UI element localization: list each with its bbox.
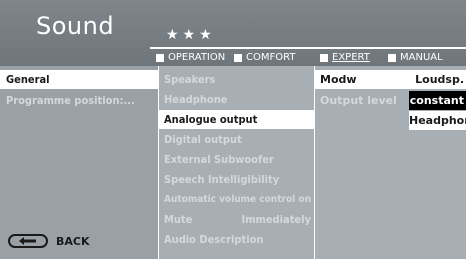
menu-item-label: Audio Description <box>164 233 264 246</box>
back-arrow-icon <box>8 234 48 248</box>
menu-item-label: Digital output <box>164 133 242 146</box>
middle-menu: Speakers Headphone Analogue output Digit… <box>159 66 314 259</box>
menu-item-general[interactable]: General <box>0 70 158 89</box>
option-constant[interactable]: constant <box>409 91 466 110</box>
menu-item-mute[interactable]: Mute Immediately <box>159 210 314 229</box>
menu-item-label: Programme position:... <box>6 94 135 107</box>
tab-expert[interactable]: EXPERT <box>320 52 370 63</box>
back-button[interactable]: BACK <box>8 233 90 249</box>
menu-item-value: on <box>298 194 311 205</box>
menu-item-audio-description[interactable]: Audio Description <box>159 230 314 249</box>
tab-comfort[interactable]: COMFORT <box>234 52 295 63</box>
menu-item-label: General <box>6 73 50 86</box>
menu-item-automatic-volume-control[interactable]: Automatic volume control on <box>159 190 314 209</box>
menu-item-label: Headphone <box>164 93 228 106</box>
tab-manual[interactable]: MANUAL <box>388 52 443 63</box>
menu-item-analogue-output[interactable]: Analogue output <box>159 110 314 129</box>
menu-item-speech-intelligibility[interactable]: Speech Intelligibility <box>159 170 314 189</box>
checkbox-icon <box>234 53 242 62</box>
output-level-label: Output level <box>320 94 397 107</box>
mode-setting-row[interactable]: Modw Loudsp. <box>315 70 466 89</box>
menu-item-label: Speakers <box>164 73 216 86</box>
back-label: BACK <box>56 234 90 248</box>
tab-label: MANUAL <box>400 52 443 63</box>
tab-label: COMFORT <box>246 52 296 63</box>
tab-operation[interactable]: OPERATION <box>156 52 225 63</box>
menu-item-speakers[interactable]: Speakers <box>159 70 314 89</box>
menu-item-programme-position[interactable]: Programme position:... <box>0 91 158 110</box>
menu-item-external-subwoofer[interactable]: External Subwoofer <box>159 150 314 169</box>
rating-stars: ★★★ <box>166 27 216 43</box>
menu-item-digital-output[interactable]: Digital output <box>159 130 314 149</box>
tab-label: EXPERT <box>332 52 370 63</box>
setting-key: Modw <box>320 73 357 86</box>
mode-tabs: OPERATION COMFORT EXPERT MANUAL <box>150 47 466 64</box>
setting-value: Loudsp. <box>415 73 464 86</box>
header-bar: Sound ★★★ OPERATION COMFORT EXPERT MANUA… <box>0 0 466 66</box>
menu-item-label: Automatic volume control <box>164 194 296 205</box>
menu-item-value: Immediately <box>241 213 311 226</box>
checkbox-icon <box>388 53 396 62</box>
checkbox-icon <box>156 53 164 62</box>
option-headphone[interactable]: Headphone <box>409 111 466 130</box>
menu-item-label: External Subwoofer <box>164 153 274 166</box>
left-menu: General Programme position:... <box>0 66 158 259</box>
sound-menu-screen: Sound ★★★ OPERATION COMFORT EXPERT MANUA… <box>0 0 466 259</box>
right-panel: Modw Loudsp. Output level constant Headp… <box>315 66 466 259</box>
menu-item-label: Speech Intelligibility <box>164 173 280 186</box>
menu-item-headphone[interactable]: Headphone <box>159 90 314 109</box>
tab-label: OPERATION <box>168 52 226 63</box>
menu-item-label: Analogue output <box>164 113 258 126</box>
menu-item-label: Mute <box>164 213 193 226</box>
page-title: Sound <box>36 12 115 40</box>
checkbox-icon <box>320 53 328 62</box>
